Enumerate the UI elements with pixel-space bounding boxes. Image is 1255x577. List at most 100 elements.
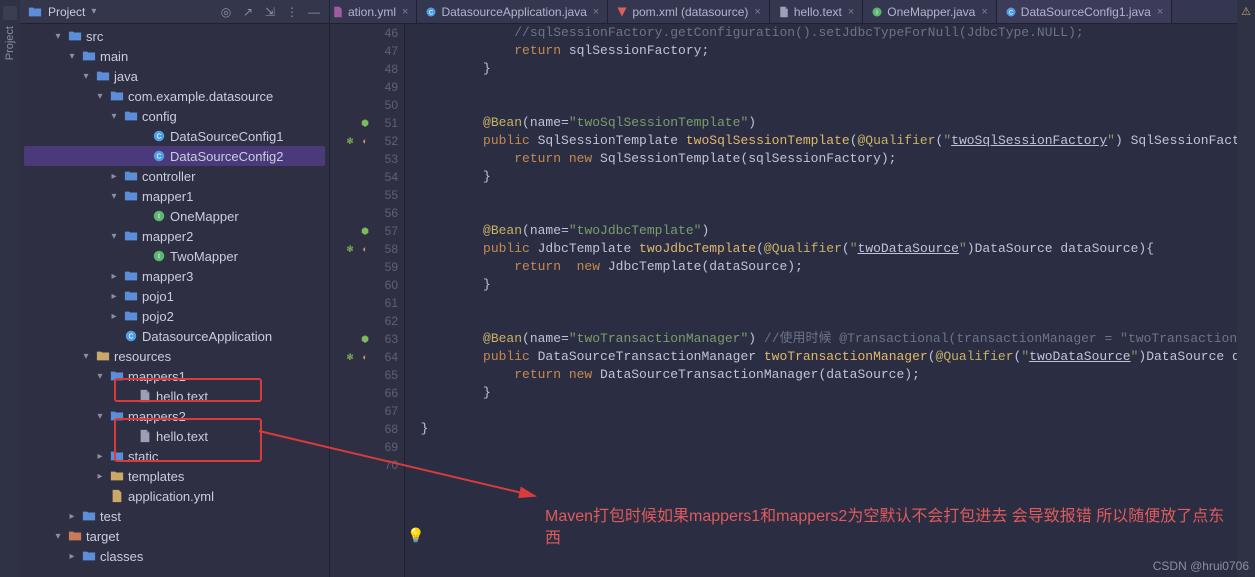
tree-item-main[interactable]: ▾main xyxy=(24,46,325,66)
tree-item-onemapper[interactable]: IOneMapper xyxy=(24,206,325,226)
tree-item-test[interactable]: ▸test xyxy=(24,506,325,526)
tree-item-label: application.yml xyxy=(128,489,214,504)
tree-toggle-icon[interactable]: ▾ xyxy=(52,531,64,542)
expand-icon[interactable]: ↗ xyxy=(241,5,255,19)
editor-tab-ation-yml[interactable]: ation.yml× xyxy=(330,0,417,23)
tree-toggle-icon[interactable]: ▾ xyxy=(108,111,120,122)
editor-area: ation.yml×CDatasourceApplication.java×po… xyxy=(330,0,1237,577)
close-icon[interactable]: × xyxy=(1157,6,1163,18)
code-line xyxy=(405,402,1237,420)
bean-gutter-icon[interactable]: ⬢ xyxy=(359,333,371,345)
editor-tab-datasourceconfig1-java[interactable]: CDataSourceConfig1.java× xyxy=(997,0,1173,23)
file-res-icon xyxy=(110,489,124,503)
tree-item-config[interactable]: ▾ config xyxy=(24,106,325,126)
tree-item-label: mapper2 xyxy=(142,229,193,244)
override-gutter-icon[interactable]: ◐ xyxy=(359,243,371,255)
tree-toggle-icon[interactable]: ▾ xyxy=(94,411,106,422)
bean-gutter-icon[interactable]: ⬢ xyxy=(359,225,371,237)
editor-code[interactable]: //sqlSessionFactory.getConfiguration().s… xyxy=(405,24,1237,577)
close-icon[interactable]: × xyxy=(593,6,599,18)
gutter-line: 70 xyxy=(330,456,398,474)
svg-text:I: I xyxy=(158,214,160,221)
project-tool-button[interactable] xyxy=(3,6,17,20)
tree-toggle-icon[interactable]: ▾ xyxy=(108,191,120,202)
tree-item-mapper3[interactable]: ▸mapper3 xyxy=(24,266,325,286)
gutter-line: 65 xyxy=(330,366,398,384)
tree-toggle-icon[interactable]: ▾ xyxy=(94,91,106,102)
tree-item-pojo2[interactable]: ▸pojo2 xyxy=(24,306,325,326)
tree-item-com-example-datasource[interactable]: ▾com.example.datasource xyxy=(24,86,325,106)
tree-toggle-icon[interactable]: ▾ xyxy=(80,71,92,82)
tree-item-target[interactable]: ▾target xyxy=(24,526,325,546)
tree-item-mapper1[interactable]: ▾mapper1 xyxy=(24,186,325,206)
code-line: } xyxy=(405,420,1237,438)
project-tree[interactable]: ▾src▾main▾java▾com.example.datasource▾co… xyxy=(20,24,329,577)
tree-toggle-icon[interactable]: ▸ xyxy=(108,171,120,182)
tree-toggle-icon[interactable]: ▸ xyxy=(94,451,106,462)
tree-toggle-icon[interactable]: ▾ xyxy=(66,51,78,62)
code-line: public JdbcTemplate twoJdbcTemplate(@Qua… xyxy=(405,240,1237,258)
tree-item-mappers2[interactable]: ▾mappers2 xyxy=(24,406,325,426)
tree-item-label: classes xyxy=(100,549,143,564)
target-icon[interactable]: ◎ xyxy=(219,5,233,19)
chevron-down-icon[interactable]: ▾ xyxy=(91,6,96,17)
code-line: return new JdbcTemplate(dataSource); xyxy=(405,258,1237,276)
tree-toggle-icon[interactable]: ▸ xyxy=(66,511,78,522)
spring-gutter-icon[interactable]: ❃ xyxy=(344,135,356,147)
spring-gutter-icon[interactable]: ❃ xyxy=(344,351,356,363)
close-icon[interactable]: × xyxy=(754,6,760,18)
hide-icon[interactable]: — xyxy=(307,5,321,19)
tree-item-hello-text[interactable]: hello.text xyxy=(24,426,325,446)
folder-icon xyxy=(82,49,96,63)
spring-gutter-icon[interactable]: ❃ xyxy=(344,243,356,255)
tree-toggle-icon[interactable]: ▸ xyxy=(94,471,106,482)
bean-gutter-icon[interactable]: ⬢ xyxy=(359,117,371,129)
tree-item-java[interactable]: ▾java xyxy=(24,66,325,86)
tree-item-datasourceconfig1[interactable]: CDataSourceConfig1 xyxy=(24,126,325,146)
tree-toggle-icon[interactable]: ▸ xyxy=(108,271,120,282)
tree-toggle-icon[interactable]: ▸ xyxy=(108,311,120,322)
tree-item-resources[interactable]: ▾resources xyxy=(24,346,325,366)
tree-item-static[interactable]: ▸ static xyxy=(24,446,325,466)
folder-res-icon xyxy=(96,349,110,363)
tree-item-application-yml[interactable]: application.yml xyxy=(24,486,325,506)
override-gutter-icon[interactable]: ◐ xyxy=(359,135,371,147)
editor-tab-pom-xml-datasource-[interactable]: pom.xml (datasource)× xyxy=(608,0,769,23)
project-panel-title: Project xyxy=(48,5,85,19)
close-icon[interactable]: × xyxy=(848,6,854,18)
close-icon[interactable]: × xyxy=(402,6,408,18)
tree-item-pojo1[interactable]: ▸pojo1 xyxy=(24,286,325,306)
tree-toggle-icon[interactable]: ▾ xyxy=(94,371,106,382)
intention-bulb-icon[interactable]: 💡 xyxy=(407,528,424,545)
tree-item-mappers1[interactable]: ▾mappers1 xyxy=(24,366,325,386)
tree-item-src[interactable]: ▾src xyxy=(24,26,325,46)
code-line: @Bean(name="twoTransactionManager") //使用… xyxy=(405,330,1237,348)
tree-item-classes[interactable]: ▸ classes xyxy=(24,546,325,566)
tree-item-label: TwoMapper xyxy=(170,249,238,264)
tree-item-label: config xyxy=(142,109,177,124)
tree-toggle-icon[interactable]: ▸ xyxy=(66,551,78,562)
tree-item-templates[interactable]: ▸templates xyxy=(24,466,325,486)
settings-icon[interactable]: ⋮ xyxy=(285,5,299,19)
tree-toggle-icon[interactable]: ▸ xyxy=(108,291,120,302)
tree-toggle-icon[interactable]: ▾ xyxy=(52,31,64,42)
tree-item-hello-text[interactable]: hello.text xyxy=(24,386,325,406)
collapse-icon[interactable]: ⇲ xyxy=(263,5,277,19)
inspection-indicator-icon[interactable]: ⚠ xyxy=(1239,4,1253,18)
tree-toggle-icon[interactable]: ▾ xyxy=(80,351,92,362)
tree-item-controller[interactable]: ▸controller xyxy=(24,166,325,186)
editor-tab-onemapper-java[interactable]: IOneMapper.java× xyxy=(863,0,997,23)
tree-item-label: static xyxy=(128,449,158,464)
tree-item-datasourceconfig2[interactable]: CDataSourceConfig2 xyxy=(24,146,325,166)
tree-toggle-icon[interactable]: ▾ xyxy=(108,231,120,242)
gutter-line: ❃◐64 xyxy=(330,348,398,366)
close-icon[interactable]: × xyxy=(981,6,987,18)
override-gutter-icon[interactable]: ◐ xyxy=(359,351,371,363)
editor-tabs[interactable]: ation.yml×CDatasourceApplication.java×po… xyxy=(330,0,1237,24)
tree-item-mapper2[interactable]: ▾ mapper2 xyxy=(24,226,325,246)
tree-item-datasourceapplication[interactable]: CDatasourceApplication xyxy=(24,326,325,346)
editor-tab-hello-text[interactable]: hello.text× xyxy=(770,0,863,23)
folder-icon xyxy=(124,169,138,183)
tree-item-twomapper[interactable]: ITwoMapper xyxy=(24,246,325,266)
editor-tab-datasourceapplication-java[interactable]: CDatasourceApplication.java× xyxy=(417,0,608,23)
